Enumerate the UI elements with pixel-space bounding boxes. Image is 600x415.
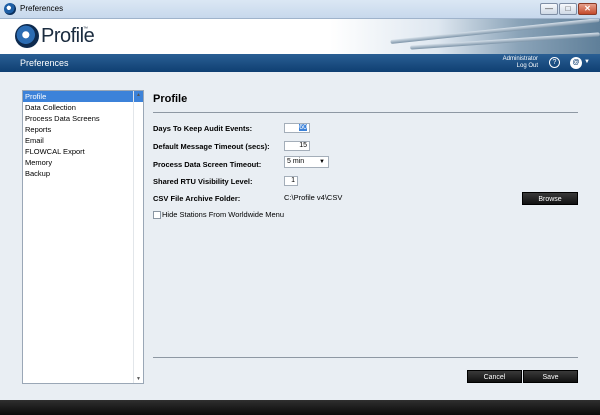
divider	[153, 357, 578, 358]
cancel-button[interactable]: Cancel	[467, 370, 522, 383]
list-item-backup[interactable]: Backup	[23, 168, 143, 179]
trademark: ™	[83, 26, 88, 32]
user-info: Administrator Log Out	[480, 56, 538, 70]
csv-folder-label: CSV File Archive Folder:	[153, 194, 241, 203]
minimize-button[interactable]: —	[540, 3, 558, 15]
list-item-memory[interactable]: Memory	[23, 157, 143, 168]
hide-stations-checkbox[interactable]	[153, 211, 161, 219]
list-item-flowcal-export[interactable]: FLOWCAL Export	[23, 146, 143, 157]
message-timeout-label: Default Message Timeout (secs):	[153, 142, 270, 151]
list-item-data-collection[interactable]: Data Collection	[23, 102, 143, 113]
pds-timeout-select[interactable]: 5 min ▼	[284, 156, 329, 168]
list-item-reports[interactable]: Reports	[23, 124, 143, 135]
scroll-up-icon[interactable]: ▲	[135, 92, 142, 98]
csv-folder-path: C:\Profile v4\CSV	[284, 193, 343, 202]
scroll-down-icon[interactable]: ▼	[135, 376, 142, 382]
message-timeout-input[interactable]: 15	[284, 141, 310, 151]
list-item-process-data-screens[interactable]: Process Data Screens	[23, 113, 143, 124]
list-scrollbar[interactable]: ▲ ▼	[133, 91, 143, 383]
chevron-down-icon[interactable]: ▼	[584, 59, 590, 65]
list-item-profile[interactable]: Profile	[23, 91, 143, 102]
logout-link[interactable]: Log Out	[480, 63, 538, 70]
app-menu-icon[interactable]: @	[570, 57, 582, 69]
divider	[153, 112, 578, 113]
header-title: Preferences	[20, 58, 69, 68]
close-button[interactable]: ✕	[578, 3, 597, 15]
rtu-level-input[interactable]: 1	[284, 176, 298, 186]
help-icon[interactable]: ?	[549, 57, 560, 68]
footer-bar	[0, 400, 600, 415]
rtu-level-label: Shared RTU Visibility Level:	[153, 177, 253, 186]
page-title: Profile	[153, 93, 188, 105]
preferences-list[interactable]: Profile Data Collection Process Data Scr…	[22, 90, 144, 384]
banner-image	[330, 19, 600, 54]
hide-stations-label[interactable]: Hide Stations From Worldwide Menu	[162, 210, 284, 219]
list-item-email[interactable]: Email	[23, 135, 143, 146]
browse-button[interactable]: Browse	[522, 192, 578, 205]
window-title: Preferences	[20, 4, 64, 13]
audit-days-input[interactable]: 60	[284, 123, 310, 133]
logo-icon	[15, 24, 39, 48]
maximize-button[interactable]: □	[559, 3, 577, 15]
pds-timeout-value: 5 min	[287, 158, 305, 165]
window-titlebar: Preferences — □ ✕	[0, 0, 600, 19]
audit-days-label: Days To Keep Audit Events:	[153, 124, 253, 133]
chevron-down-icon: ▼	[319, 159, 325, 165]
pds-timeout-label: Process Data Screen Timeout:	[153, 160, 262, 169]
brand-banner: Profile ™	[0, 19, 600, 54]
save-button[interactable]: Save	[523, 370, 578, 383]
header-bar: Preferences Administrator Log Out ? @ ▼	[0, 54, 600, 72]
user-name: Administrator	[502, 56, 538, 62]
app-icon	[4, 3, 16, 15]
